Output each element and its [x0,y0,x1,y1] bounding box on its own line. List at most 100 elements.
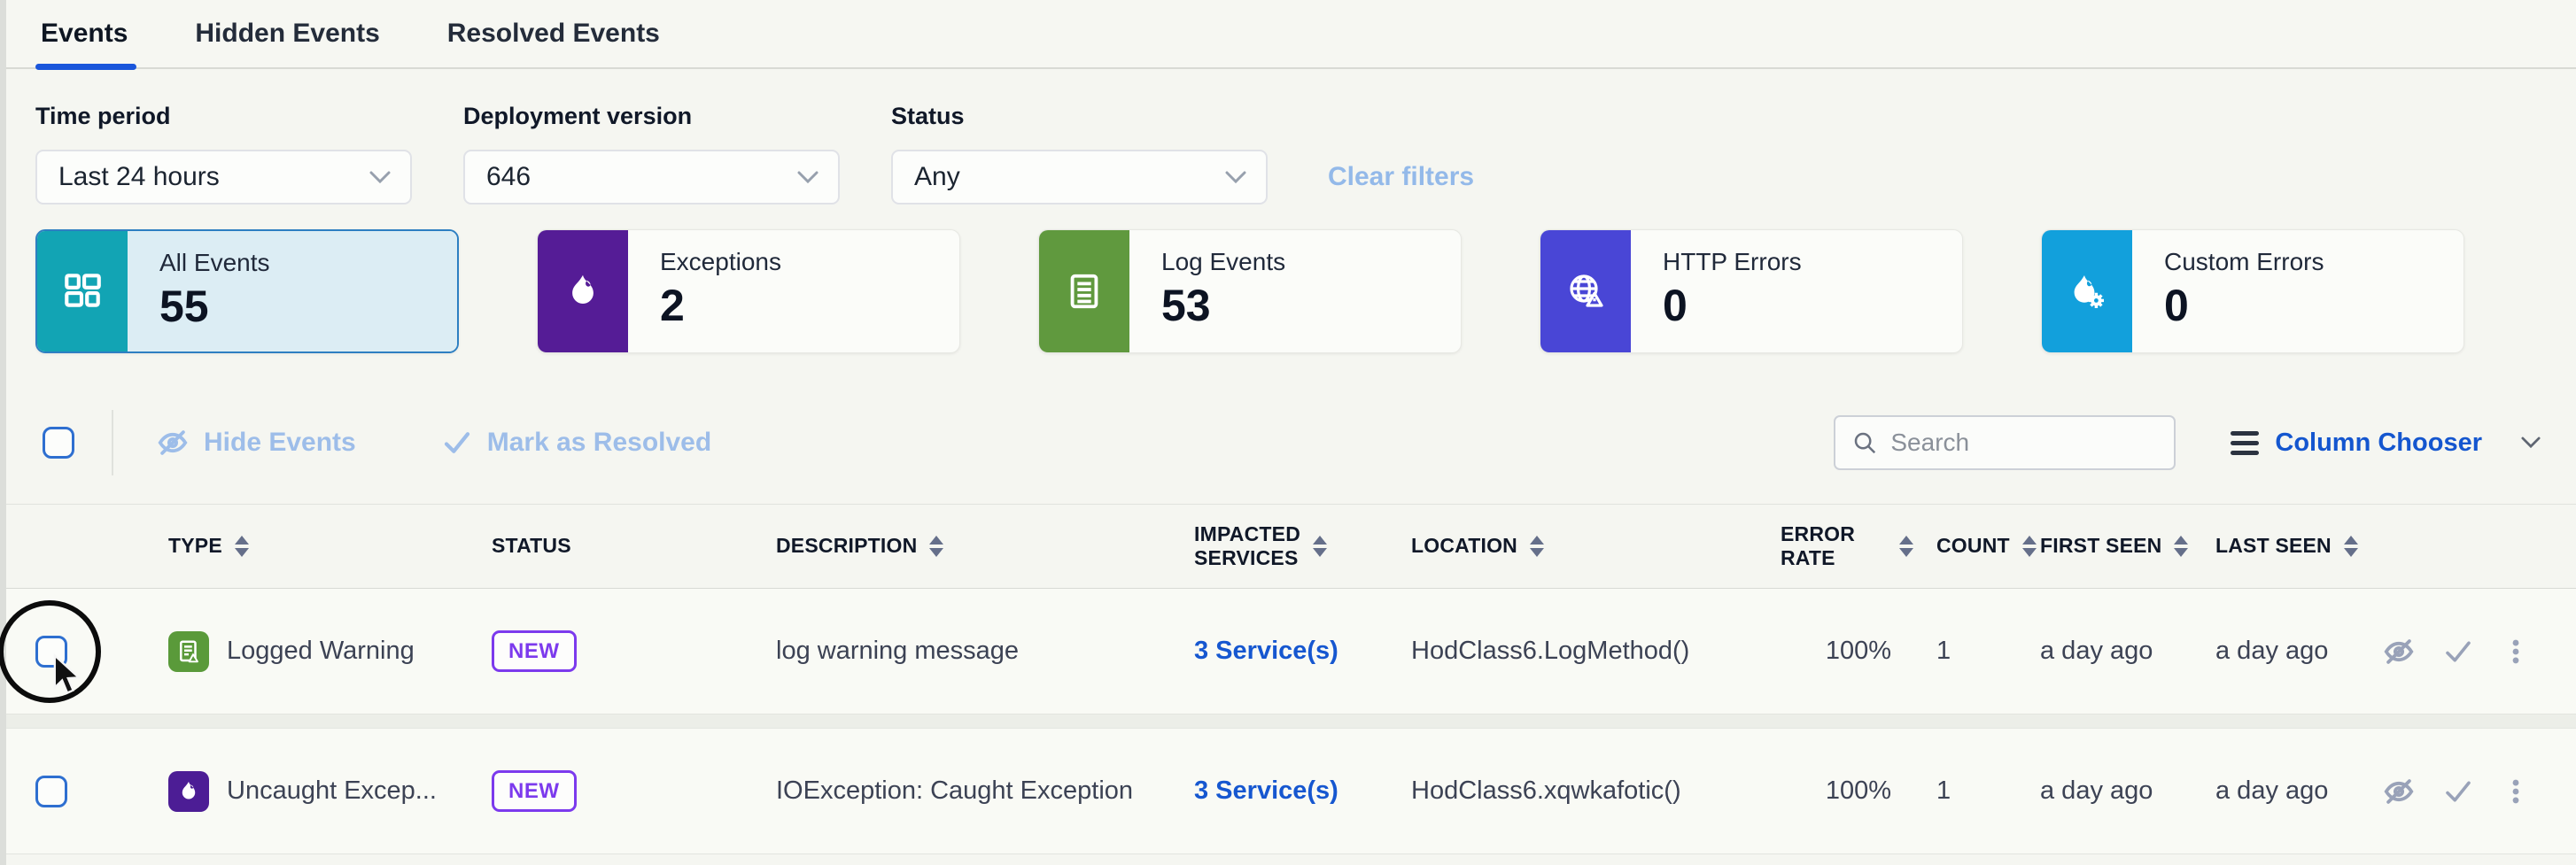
table-row[interactable]: Uncaught Excep... NEW IOException: Caugh… [0,729,2576,854]
card-count: 53 [1161,280,1461,331]
deployment-version-select[interactable]: 646 [463,150,840,205]
sort-icon [2344,536,2358,557]
mark-resolved-button[interactable]: Mark as Resolved [441,427,711,459]
column-chooser-button[interactable]: Column Chooser [2231,429,2541,458]
event-count: 1 [1936,776,2040,806]
search-box [1834,415,2176,470]
column-header-location[interactable]: LOCATION [1411,534,1781,558]
table-row[interactable]: Logged Warning NEW log warning message 3… [0,589,2576,714]
sort-icon [235,536,249,557]
flame-icon [168,771,209,812]
event-type: Uncaught Excep... [227,776,437,806]
card-count: 55 [159,281,457,332]
row-checkbox[interactable] [35,636,67,668]
chevron-down-icon [2521,436,2541,449]
column-label: TYPE [168,534,222,558]
sort-icon [1899,536,1913,557]
card-count: 0 [2164,280,2463,331]
left-scroll-edge [0,0,6,865]
card-http-errors[interactable]: HTTP Errors 0 [1540,229,1963,353]
last-seen: a day ago [2215,776,2382,806]
impacted-services-link[interactable]: 3 Service(s) [1194,776,1338,806]
clear-filters-button[interactable]: Clear filters [1328,162,1474,192]
log-document-icon [1039,230,1129,352]
impacted-services-link[interactable]: 3 Service(s) [1194,637,1338,666]
sort-icon [2174,536,2188,557]
column-label: STATUS [492,534,571,558]
event-description: log warning message [776,637,1194,666]
card-log-events[interactable]: Log Events 53 [1038,229,1462,353]
dashboard-grid-icon [37,231,128,351]
search-icon [1851,429,1878,456]
tab-resolved-events[interactable]: Resolved Events [447,0,660,68]
column-chooser-label: Column Chooser [2275,429,2482,458]
event-type: Logged Warning [227,637,415,666]
card-label: HTTP Errors [1663,248,1962,276]
tab-events[interactable]: Events [41,0,128,68]
tab-bar: Events Hidden Events Resolved Events [0,0,2576,69]
column-header-error-rate[interactable]: ERROR RATE [1781,522,1936,570]
chevron-down-icon [369,171,391,184]
deployment-version-value: 646 [486,162,531,192]
last-seen: a day ago [2215,637,2382,666]
globe-warning-icon [1540,230,1631,352]
resolve-check-icon[interactable] [2442,776,2474,807]
hide-event-icon[interactable] [2382,775,2416,808]
hamburger-icon [2231,431,2259,455]
card-count: 0 [1663,280,1962,331]
column-label: FIRST SEEN [2040,534,2161,558]
log-warning-icon [168,631,209,672]
card-label: Exceptions [660,248,959,276]
column-header-first-seen[interactable]: FIRST SEEN [2040,534,2215,558]
column-header-impacted-services[interactable]: IMPACTED SERVICES [1194,522,1411,570]
row-checkbox[interactable] [35,776,67,807]
column-header-type[interactable]: TYPE [168,534,492,558]
row-divider [0,714,2576,729]
card-all-events[interactable]: All Events 55 [35,229,459,353]
summary-cards: All Events 55 Exceptions 2 Log Events 53… [0,205,2576,353]
column-header-description[interactable]: DESCRIPTION [776,534,1194,558]
card-count: 2 [660,280,959,331]
hide-events-label: Hide Events [204,428,356,458]
filter-bar: Time period Last 24 hours Deployment ver… [0,69,2576,205]
status-label: Status [891,103,1268,130]
search-input[interactable] [1890,429,2156,457]
status-select[interactable]: Any [891,150,1268,205]
kebab-menu-icon[interactable] [2501,776,2531,807]
card-label: Custom Errors [2164,248,2463,276]
hide-event-icon[interactable] [2382,635,2416,668]
time-period-value: Last 24 hours [58,162,220,192]
column-header-status[interactable]: STATUS [492,534,776,558]
select-all-checkbox[interactable] [43,427,74,459]
column-label: LOCATION [1411,534,1517,558]
bulk-action-toolbar: Hide Events Mark as Resolved Column Choo… [43,415,2541,470]
time-period-select[interactable]: Last 24 hours [35,150,412,205]
hide-events-button[interactable]: Hide Events [156,426,356,460]
event-location: HodClass6.xqwkafotic() [1411,776,1781,806]
status-value: Any [914,162,960,192]
table-header: TYPE STATUS DESCRIPTION IMPACTED SERVICE… [0,504,2576,589]
sort-icon [929,536,943,557]
flame-icon [538,230,628,352]
resolve-check-icon[interactable] [2442,636,2474,668]
column-label: DESCRIPTION [776,534,917,558]
first-seen: a day ago [2040,637,2215,666]
card-custom-errors[interactable]: Custom Errors 0 [2041,229,2464,353]
card-exceptions[interactable]: Exceptions 2 [537,229,960,353]
tab-hidden-events[interactable]: Hidden Events [195,0,379,68]
status-badge: NEW [492,770,577,812]
kebab-menu-icon[interactable] [2501,637,2531,667]
chevron-down-icon [797,171,819,184]
column-label: IMPACTED SERVICES [1194,522,1300,570]
event-description: IOException: Caught Exception [776,776,1194,806]
time-period-label: Time period [35,103,412,130]
column-header-count[interactable]: COUNT [1936,534,2040,558]
sort-icon [1313,536,1327,557]
sort-icon [2022,536,2037,557]
deployment-version-label: Deployment version [463,103,840,130]
column-header-last-seen[interactable]: LAST SEEN [2215,534,2382,558]
sort-icon [1530,536,1544,557]
card-label: Log Events [1161,248,1461,276]
error-rate: 100% [1781,776,1936,806]
first-seen: a day ago [2040,776,2215,806]
